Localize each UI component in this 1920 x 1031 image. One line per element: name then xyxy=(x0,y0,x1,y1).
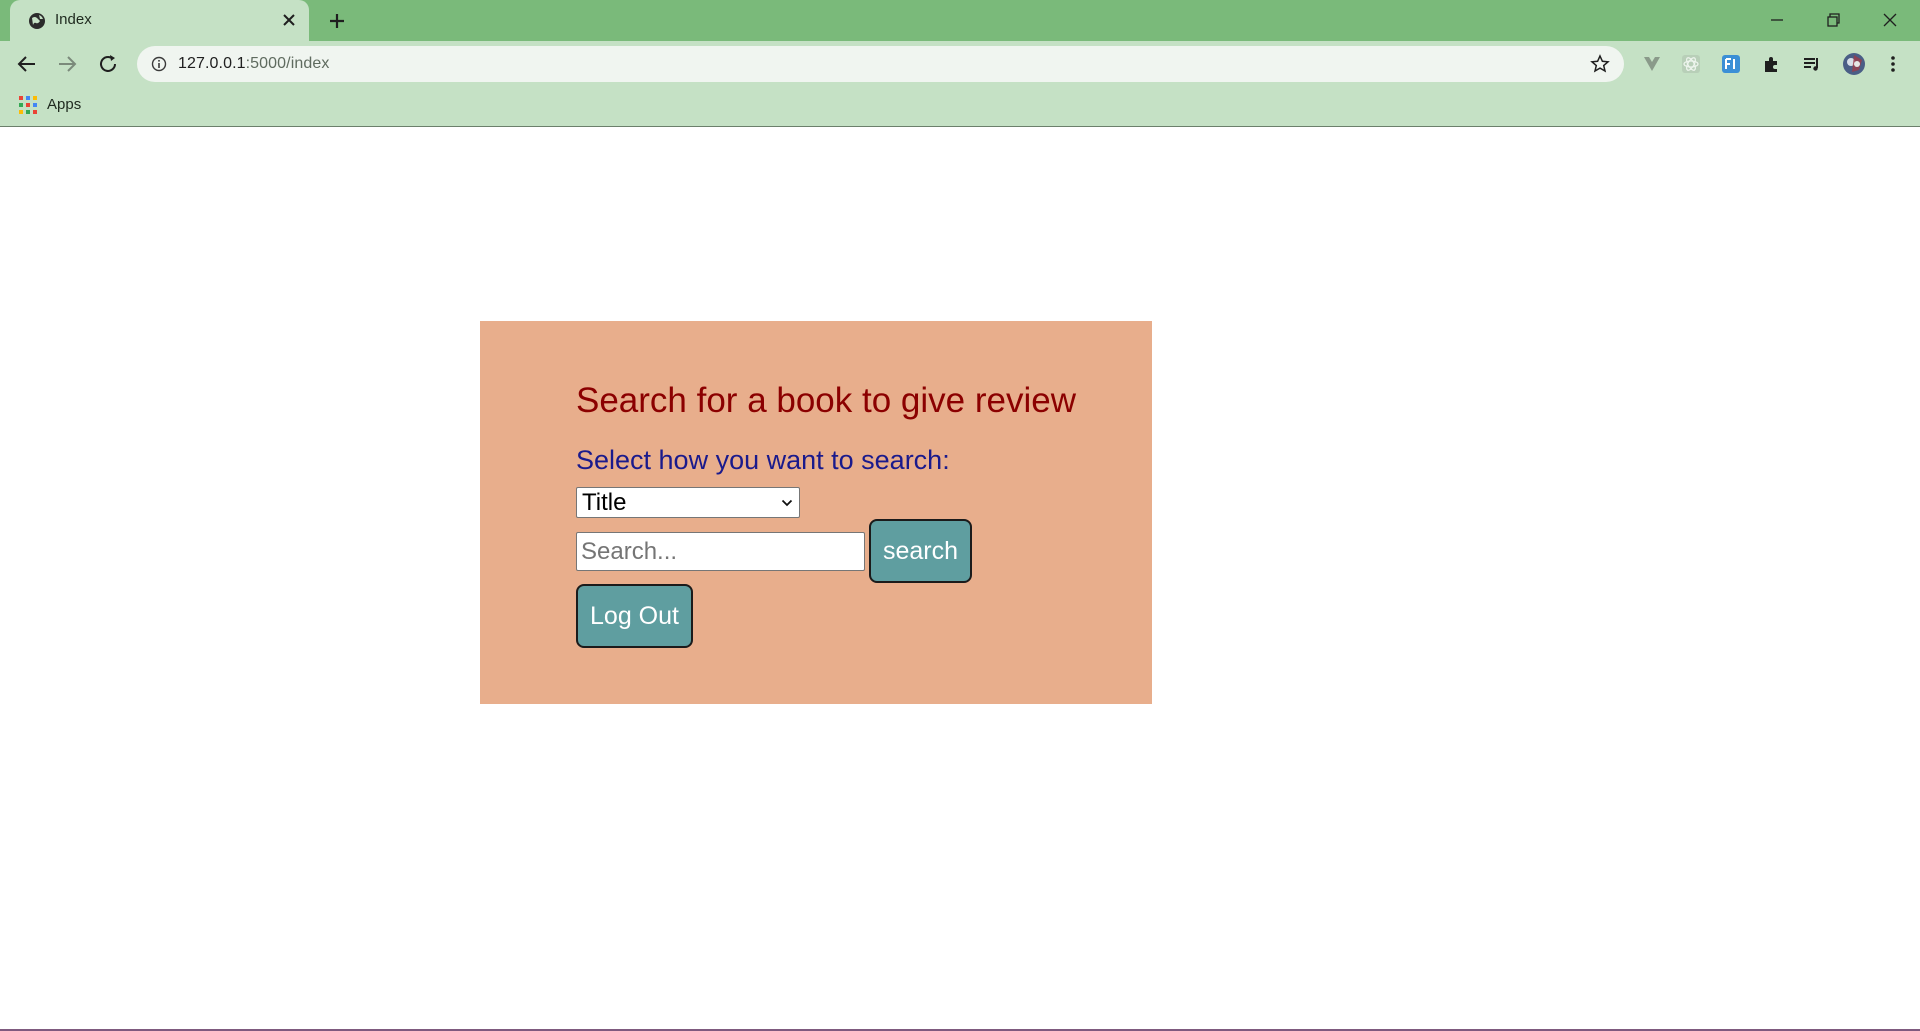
search-by-label: Select how you want to search: xyxy=(576,445,950,475)
search-by-selected-value: Title xyxy=(582,489,627,516)
tab-strip: Index xyxy=(0,0,1920,41)
menu-dots-icon[interactable] xyxy=(1883,54,1903,74)
new-tab-icon[interactable] xyxy=(327,11,347,31)
globe-icon xyxy=(29,13,45,29)
url-host: 127.0.0.1 xyxy=(178,55,246,72)
search-by-select[interactable]: Title xyxy=(576,487,800,518)
search-card: Search for a book to give review Select … xyxy=(480,321,1152,704)
media-queue-icon[interactable] xyxy=(1802,54,1822,74)
search-input[interactable] xyxy=(576,532,865,571)
back-arrow-icon[interactable] xyxy=(15,52,39,76)
puzzle-icon[interactable] xyxy=(1762,54,1782,74)
tab-title: Index xyxy=(55,11,92,28)
url-path: :5000/index xyxy=(245,55,330,72)
bookmarks-bar xyxy=(0,86,1920,127)
apps-bookmark[interactable]: Apps xyxy=(47,96,81,113)
search-button[interactable]: search xyxy=(869,519,972,583)
react-devtools-icon[interactable] xyxy=(1681,54,1701,74)
minimize-icon[interactable] xyxy=(1765,8,1789,32)
apps-grid-icon[interactable] xyxy=(19,96,37,114)
extension-fi-icon[interactable] xyxy=(1721,54,1741,74)
logout-button[interactable]: Log Out xyxy=(576,584,693,648)
page-title: Search for a book to give review xyxy=(576,381,1076,420)
tab-index[interactable]: Index xyxy=(10,0,309,41)
info-icon[interactable] xyxy=(151,56,167,72)
address-bar[interactable]: 127.0.0.1:5000/index xyxy=(137,46,1624,82)
chevron-down-icon xyxy=(781,499,793,507)
restore-icon[interactable] xyxy=(1821,8,1845,32)
reload-icon[interactable] xyxy=(96,52,120,76)
window-close-icon[interactable] xyxy=(1878,8,1902,32)
url-text[interactable]: 127.0.0.1:5000/index xyxy=(178,55,329,73)
avatar[interactable] xyxy=(1842,52,1866,76)
bookmark-star-icon[interactable] xyxy=(1590,54,1610,74)
close-icon[interactable] xyxy=(282,13,296,27)
forward-arrow-icon[interactable] xyxy=(55,52,79,76)
vue-devtools-icon[interactable] xyxy=(1642,54,1662,74)
